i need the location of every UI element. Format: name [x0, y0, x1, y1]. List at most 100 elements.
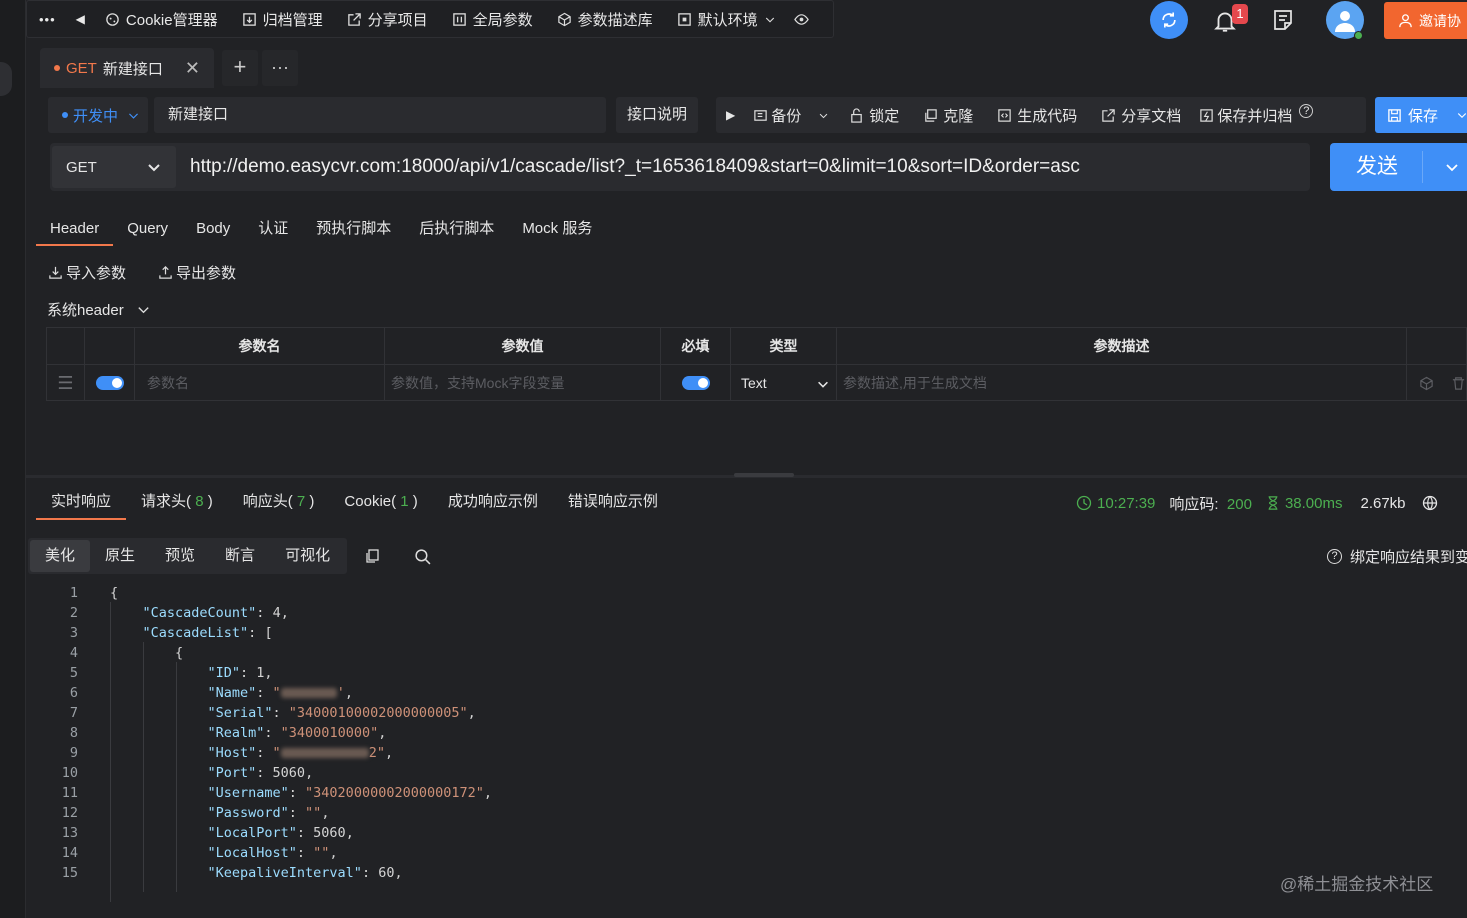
line-number: 9 — [69, 745, 78, 761]
close-icon[interactable]: ✕ — [185, 58, 200, 79]
share-doc-button[interactable]: 分享文档 — [1089, 105, 1193, 126]
save-button[interactable]: 保存 — [1375, 97, 1467, 133]
backup-button[interactable]: 备份 — [745, 105, 837, 126]
run-icon[interactable]: ▶ — [716, 108, 745, 122]
avatar[interactable] — [1326, 1, 1364, 40]
archive-manager-button[interactable]: 归档管理 — [230, 0, 335, 38]
toggle-switch — [681, 376, 710, 390]
view-mode-bar: 美化 原生 预览 断言 可视化 — [28, 538, 348, 574]
view-raw[interactable]: 原生 — [90, 540, 150, 572]
add-tab-button[interactable]: + — [221, 50, 258, 86]
url-input[interactable]: http://demo.easycvr.com:18000/api/v1/cas… — [190, 143, 1080, 191]
line-number: 5 — [69, 665, 78, 681]
tab-header[interactable]: Header — [36, 212, 114, 246]
chevron-down-icon[interactable] — [1444, 159, 1460, 175]
generate-code-label: 生成代码 — [1017, 107, 1078, 125]
search-icon[interactable] — [414, 548, 431, 565]
save-archive-icon — [1200, 108, 1214, 122]
sync-button[interactable] — [1150, 1, 1188, 39]
back-arrow-icon[interactable]: ◀ — [68, 0, 93, 38]
system-header-toggle[interactable]: 系统header — [47, 299, 151, 320]
invite-button[interactable]: 邀请协 — [1384, 2, 1467, 39]
tab-mock[interactable]: Mock 服务 — [508, 212, 606, 246]
tab-auth[interactable]: 认证 — [244, 212, 302, 246]
notes-icon[interactable] — [1271, 8, 1295, 35]
view-preview[interactable]: 预览 — [150, 540, 210, 572]
cookie-manager-button[interactable]: Cookie管理器 — [93, 0, 230, 38]
view-visualize[interactable]: 可视化 — [270, 540, 345, 572]
code-line: 9 "Host": " 2", — [26, 743, 1467, 763]
response-code-viewer[interactable]: 1{2 "CascadeCount": 4, 3 "CascadeList": [4{… — [26, 582, 1467, 918]
lock-button[interactable]: 锁定 — [837, 105, 911, 126]
trash-icon[interactable] — [1451, 376, 1466, 391]
send-button[interactable]: 发送 — [1330, 143, 1467, 191]
help-icon[interactable]: ? — [1299, 104, 1314, 118]
tab-count: 7 — [296, 493, 306, 510]
json-value: "" — [313, 845, 330, 861]
tab-body[interactable]: Body — [182, 212, 244, 246]
export-icon — [159, 266, 172, 279]
view-beautify[interactable]: 美化 — [30, 540, 91, 572]
json-key: "Password" — [207, 805, 289, 821]
drag-handle-icon[interactable]: ☰ — [47, 364, 85, 401]
tab-post-script[interactable]: 后执行脚本 — [405, 212, 508, 246]
required-toggle[interactable] — [661, 364, 731, 401]
tab-query[interactable]: Query — [113, 212, 182, 246]
tab-response-headers[interactable]: 响应头( 7 ) — [228, 486, 330, 520]
response-time: 10:27:39 — [1076, 495, 1155, 512]
collapse-handle[interactable] — [0, 62, 12, 96]
generate-code-button[interactable]: 生成代码 — [985, 105, 1089, 126]
tab-live-response[interactable]: 实时响应 — [36, 486, 127, 520]
code-line: 14 "LocalHost": "", — [26, 843, 1467, 863]
line-number: 4 — [69, 645, 78, 661]
import-params-button[interactable]: 导入参数 — [48, 262, 126, 283]
cookie-icon — [106, 12, 119, 26]
global-params-button[interactable]: 全局参数 — [440, 0, 545, 38]
globe-icon[interactable] — [1422, 495, 1438, 511]
line-number: 12 — [61, 805, 78, 821]
tab-new-api[interactable]: GET 新建接口 ✕ — [40, 48, 214, 88]
type-select[interactable]: Text — [731, 364, 837, 401]
clone-button[interactable]: 克隆 — [911, 105, 985, 126]
param-value-input[interactable]: 参数值，支持Mock字段变量 — [385, 364, 661, 401]
tab-pre-script[interactable]: 预执行脚本 — [302, 212, 405, 246]
param-desc-input[interactable]: 参数描述,用于生成文档 — [837, 364, 1407, 401]
eye-icon[interactable] — [788, 0, 815, 38]
tab-label: 错误响应示例 — [567, 493, 658, 510]
json-value: "" — [305, 805, 322, 821]
tab-label: 成功响应示例 — [447, 493, 538, 510]
api-name-input[interactable]: 新建接口 — [154, 97, 606, 133]
environment-select[interactable]: 默认环境 — [665, 0, 788, 38]
tab-error-example[interactable]: 错误响应示例 — [553, 486, 673, 520]
url-bar: GET http://demo.easycvr.com:18000/api/v1… — [50, 143, 1310, 191]
method-select[interactable]: GET — [52, 146, 176, 188]
copy-icon[interactable] — [364, 548, 380, 564]
help-icon: ? — [1327, 549, 1342, 564]
tab-title: 新建接口 — [102, 60, 163, 78]
tab-success-example[interactable]: 成功响应示例 — [433, 486, 553, 520]
tab-more-button[interactable]: ··· — [261, 50, 298, 86]
export-params-button[interactable]: 导出参数 — [158, 262, 236, 283]
tab-request-headers[interactable]: 请求头( 8 ) — [126, 486, 228, 520]
code-line: 1{ — [26, 583, 1467, 603]
api-doc-button[interactable]: 接口说明 — [616, 97, 698, 133]
param-name-input[interactable]: 参数名 — [135, 364, 385, 401]
param-library-button[interactable]: 参数描述库 — [545, 0, 665, 38]
splitter-handle[interactable] — [734, 473, 794, 477]
share-project-button[interactable]: 分享项目 — [335, 0, 440, 38]
cube-icon[interactable] — [1419, 376, 1434, 391]
status-code: 响应码: 200 — [1169, 493, 1252, 514]
more-menu-button[interactable]: ••• — [27, 0, 68, 38]
view-assert[interactable]: 断言 — [210, 540, 270, 572]
tab-cookie[interactable]: Cookie( 1 ) — [329, 486, 432, 520]
response-meta: 10:27:39 响应码: 200 38.00ms 2.67kb — [1076, 486, 1438, 520]
save-archive-button[interactable]: 保存并归档 ? — [1193, 104, 1319, 126]
code-text: "KeepaliveInterval": 60, — [207, 865, 403, 881]
bind-response-button[interactable]: ? 绑定响应结果到变 — [1327, 546, 1467, 567]
row-enabled-toggle[interactable] — [85, 364, 135, 401]
code-text: "CascadeCount": 4, — [142, 605, 289, 621]
send-label: 发送 — [1356, 155, 1398, 178]
notification-button[interactable]: 1 — [1212, 4, 1248, 36]
status-select[interactable]: 开发中 — [48, 97, 148, 133]
code-text: "CascadeList": [ — [142, 625, 273, 641]
